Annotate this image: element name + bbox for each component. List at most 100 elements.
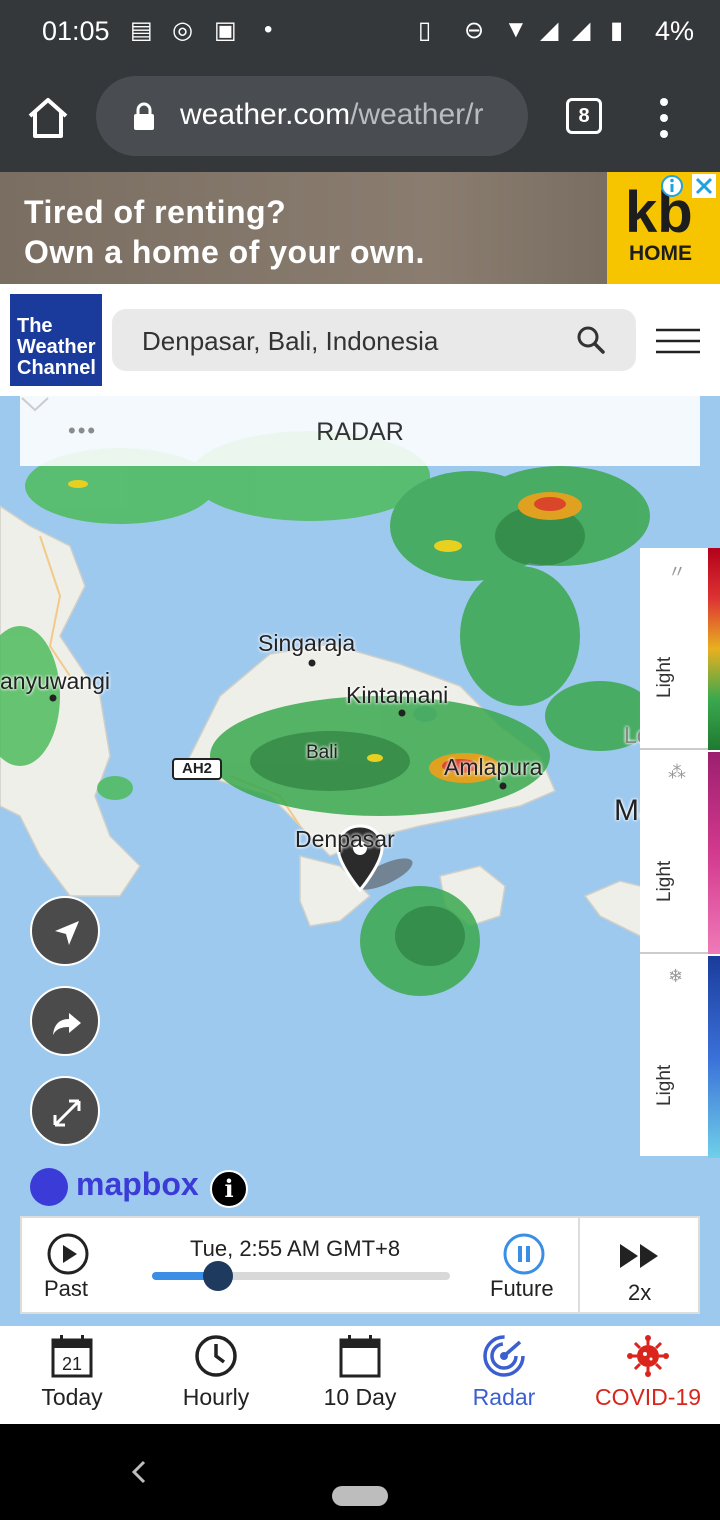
system-navigation-bar xyxy=(0,1424,720,1520)
dot-icon: • xyxy=(264,16,273,43)
navigation-arrow-icon xyxy=(55,921,79,945)
nav-hourly-label: Hourly xyxy=(182,1384,250,1410)
legend-mix: ⁂ Light xyxy=(640,752,720,954)
raindrop-icon: 〃 xyxy=(668,562,686,582)
past-label: Past xyxy=(44,1276,89,1301)
calendar-day-icon: 21 xyxy=(51,1335,93,1378)
nav-today-label: Today xyxy=(41,1384,103,1410)
search-input[interactable]: Denpasar, Bali, Indonesia xyxy=(142,326,438,357)
facebook-icon: ▣ xyxy=(214,17,237,44)
lock-icon xyxy=(134,102,154,130)
expand-icon xyxy=(53,1099,81,1127)
battery-icon: ▮ xyxy=(610,17,624,44)
signal2-icon: ◢ xyxy=(572,17,591,44)
radar-playback: Past Tue, 2:55 AM GMT+8 Future 2x xyxy=(20,1216,700,1314)
snow-scale-bar xyxy=(708,956,720,1158)
ad-close-icon[interactable] xyxy=(692,174,716,198)
ad-text: Tired of renting? Own a home of your own… xyxy=(24,192,425,272)
url-path: /weather/r xyxy=(350,98,484,131)
rain-scale-bar xyxy=(708,548,720,750)
share-arrow-icon xyxy=(53,1013,81,1035)
map-label-bali: Bali xyxy=(306,742,338,763)
radar-title: RADAR xyxy=(316,418,404,446)
ad-line1: Tired of renting? xyxy=(24,194,287,230)
tab-switcher-button[interactable]: 8 xyxy=(566,98,602,134)
dnd-icon: ⊖ xyxy=(464,17,485,44)
chevron-down-icon[interactable] xyxy=(20,396,50,414)
ad-banner[interactable]: Tired of renting? Own a home of your own… xyxy=(0,172,720,284)
pause-icon xyxy=(503,1233,545,1275)
map-label-amlapura: Amlapura xyxy=(444,754,543,780)
weather-channel-logo[interactable]: The Weather Channel xyxy=(10,294,102,386)
status-time: 01:05 xyxy=(42,16,110,46)
logo-line2: Weather xyxy=(17,336,96,358)
nav-10day[interactable]: 10 Day xyxy=(288,1326,432,1424)
url-bar[interactable]: weather.com/weather/r xyxy=(96,76,528,156)
virus-icon xyxy=(627,1335,669,1377)
legend-rain-label: Light xyxy=(654,656,675,698)
fullscreen-button[interactable] xyxy=(30,1076,100,1146)
home-icon[interactable] xyxy=(24,94,72,142)
speed-button[interactable]: 2x xyxy=(578,1218,700,1314)
map-label-singaraja: Singaraja xyxy=(258,630,356,656)
status-bar: 01:05 ▤ ◎ ▣ • ▯ ⊖ ▼ ◢ ◢ ▮ 4% xyxy=(0,0,720,64)
map-label-kintamani: Kintamani xyxy=(346,682,449,708)
legend-rain: 〃 Light xyxy=(640,548,720,750)
map-label-banyuwangi: anyuwangi xyxy=(0,668,110,694)
nav-10day-label: 10 Day xyxy=(323,1384,397,1410)
nav-covid[interactable]: COVID-19 xyxy=(576,1326,720,1424)
overflow-menu-icon[interactable] xyxy=(652,94,676,142)
mix-icon: ⁂ xyxy=(668,762,686,782)
legend-snow: ❄ Light xyxy=(640,956,720,1158)
whatsapp-icon: ◎ xyxy=(172,17,193,44)
mix-scale-bar xyxy=(708,752,720,954)
logo-line1: The xyxy=(17,315,53,337)
hamburger-menu-icon[interactable] xyxy=(656,328,700,354)
share-button[interactable] xyxy=(30,986,100,1056)
road-shield-ah2: AH2 xyxy=(172,758,222,780)
signal-icon: ◢ xyxy=(540,17,559,44)
url-text[interactable]: weather.com/weather/r xyxy=(180,98,483,132)
ad-info-icon[interactable] xyxy=(660,174,684,198)
wifi-icon: ▼ xyxy=(504,16,528,43)
site-header: The Weather Channel Denpasar, Bali, Indo… xyxy=(0,284,720,396)
map-info-icon[interactable]: i xyxy=(210,1170,248,1208)
bottom-navigation: 21 Today Hourly 10 Day Radar COVID-19 xyxy=(0,1326,720,1424)
nav-radar-label: Radar xyxy=(472,1384,536,1410)
mapbox-logo-icon xyxy=(30,1168,68,1206)
nav-covid-label: COVID-19 xyxy=(594,1384,702,1410)
timeline-thumb[interactable] xyxy=(202,1261,233,1291)
radar-layer-selector[interactable]: ••• RADAR xyxy=(20,396,700,466)
vibrate-icon: ▯ xyxy=(418,17,432,44)
news-icon: ▤ xyxy=(130,17,153,44)
radar-icon xyxy=(483,1335,525,1377)
today-day-number: 21 xyxy=(62,1354,82,1374)
timeline-slider[interactable] xyxy=(152,1261,450,1291)
speed-label: 2x xyxy=(628,1280,652,1305)
nav-radar[interactable]: Radar xyxy=(432,1326,576,1424)
radar-map[interactable]: ••• RADAR Singaraja anyuwangi Kintamani … xyxy=(0,396,720,1326)
locate-me-button[interactable] xyxy=(30,896,100,966)
precip-legend: 〃 Light ⁂ Light ❄ Light xyxy=(640,548,720,1158)
calendar-icon xyxy=(339,1335,381,1378)
snowflake-icon: ❄ xyxy=(668,966,684,986)
battery-percent: 4% xyxy=(654,16,694,46)
play-icon xyxy=(47,1233,89,1275)
back-icon[interactable] xyxy=(128,1458,148,1486)
url-domain: weather.com xyxy=(180,98,351,131)
playback-time: Tue, 2:55 AM GMT+8 xyxy=(190,1236,401,1261)
home-pill[interactable] xyxy=(332,1486,388,1506)
nav-today[interactable]: 21 Today xyxy=(0,1326,144,1424)
map-label-denpasar: Denpasar xyxy=(295,826,395,852)
search-icon[interactable] xyxy=(576,325,606,355)
clock-icon xyxy=(195,1335,237,1377)
mapbox-text: mapbox xyxy=(76,1166,199,1202)
legend-snow-label: Light xyxy=(654,1064,675,1106)
fast-forward-icon xyxy=(620,1244,658,1268)
future-label: Future xyxy=(490,1276,554,1301)
ad-brand-bottom: HOME xyxy=(629,242,692,265)
nav-hourly[interactable]: Hourly xyxy=(144,1326,288,1424)
ad-line2: Own a home of your own. xyxy=(24,234,425,270)
browser-toolbar: weather.com/weather/r 8 xyxy=(0,64,720,172)
location-search[interactable]: Denpasar, Bali, Indonesia xyxy=(112,309,636,371)
